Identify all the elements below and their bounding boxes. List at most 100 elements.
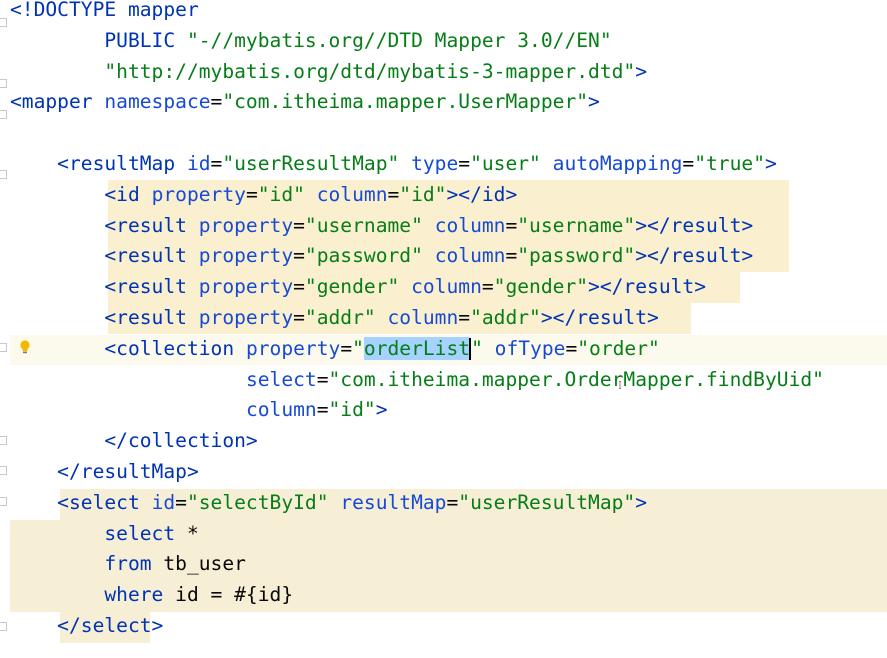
ibeam-cursor-icon — [619, 381, 621, 389]
code-token-str: "id" — [399, 182, 447, 206]
fold-marker-icon[interactable] — [0, 436, 7, 445]
code-token-attr: property — [198, 306, 294, 329]
code-token-plain: = — [481, 275, 494, 299]
code-line[interactable]: <collection property="orderList" ofType=… — [10, 334, 660, 365]
code-token-str: "com.itheima.mapper.UserMapper" — [222, 90, 589, 114]
code-token-str: " — [352, 336, 364, 360]
code-token-tag: <result — [10, 213, 199, 237]
code-token-attr: property — [198, 213, 294, 237]
code-line[interactable]: <mapper namespace="com.itheima.mapper.Us… — [10, 87, 600, 118]
code-token-str: "addr" — [470, 306, 541, 329]
code-token-tag: </resultMap> — [10, 460, 199, 483]
code-line[interactable]: <result property="gender" column="gender… — [10, 272, 706, 303]
code-token-attr: column — [316, 182, 388, 206]
code-token-plain: = — [565, 336, 578, 360]
code-line[interactable]: <id property="id" column="id"></id> — [10, 180, 517, 211]
code-token-tag: PUBLIC — [10, 28, 187, 52]
code-token-plain: = — [293, 275, 305, 299]
code-token-attr: column — [387, 306, 459, 329]
code-token-tag: > — [765, 152, 777, 175]
code-token-kw: where — [10, 583, 176, 607]
code-token-str: "id" — [257, 182, 317, 206]
code-token-tag: <! — [10, 0, 34, 21]
fold-marker-icon[interactable] — [0, 79, 7, 88]
code-line[interactable]: where id = #{id} — [10, 580, 293, 611]
code-token-plain: = — [293, 244, 305, 268]
code-token-tag: > — [635, 59, 648, 83]
code-token-attr: id — [151, 490, 176, 514]
code-token-attr: property — [198, 244, 294, 268]
code-line[interactable]: <resultMap id="userResultMap" type="user… — [10, 149, 777, 180]
fold-marker-icon[interactable] — [0, 622, 7, 631]
code-token-attr: select — [245, 367, 317, 391]
code-line[interactable]: PUBLIC "-//mybatis.org//DTD Mapper 3.0//… — [10, 26, 611, 57]
fold-marker-icon[interactable] — [0, 18, 7, 27]
code-token-tag: <select — [10, 490, 152, 514]
code-token-tag: <resultMap — [10, 152, 187, 175]
code-token-attr: property — [151, 182, 246, 206]
code-line[interactable]: </select> — [10, 611, 163, 642]
code-token-attr: id — [186, 152, 211, 175]
fold-marker-icon[interactable] — [0, 110, 7, 119]
editor-gutter[interactable] — [0, 0, 10, 658]
code-token-plain: = — [210, 90, 223, 114]
code-line[interactable]: column="id"> — [10, 395, 388, 426]
code-line[interactable]: <result property="password" column="pass… — [10, 241, 753, 272]
code-token-str: "username" — [304, 213, 435, 237]
code-token-tag: <collection — [10, 336, 246, 360]
code-token-plain: tb_user — [163, 552, 246, 576]
code-token-plain: = — [458, 306, 471, 329]
code-token-attr: column — [434, 244, 506, 268]
code-line[interactable]: </resultMap> — [10, 457, 199, 488]
fold-marker-icon[interactable] — [0, 343, 7, 352]
code-token-plain: = — [316, 367, 329, 391]
code-token-plain: = — [387, 182, 400, 206]
fold-marker-icon[interactable] — [0, 466, 7, 475]
code-line[interactable]: select * — [10, 519, 198, 550]
code-token-tag: ></result> — [540, 306, 659, 329]
code-token-str: "password" — [517, 244, 636, 268]
code-line[interactable]: "http://mybatis.org/dtd/mybatis-3-mapper… — [10, 57, 647, 88]
code-token-str: "com.itheima.mapper.OrderMapper.findByUi… — [328, 367, 824, 391]
code-token-attr: type — [411, 152, 459, 175]
code-token-tag: ></id> — [446, 182, 518, 206]
code-line[interactable]: select="com.itheima.mapper.OrderMapper.f… — [10, 365, 824, 396]
code-token-str: "http://mybatis.org/dtd/mybatis-3-mapper… — [104, 59, 636, 83]
code-token-plain: = — [245, 182, 258, 206]
code-token-plain: = — [175, 490, 187, 514]
code-token-attr: property — [245, 336, 341, 360]
code-token-str: "id" — [328, 398, 376, 422]
code-token-tag: <result — [10, 244, 199, 268]
fold-marker-icon[interactable] — [0, 170, 7, 179]
code-line[interactable]: </collection> — [10, 426, 258, 457]
code-token-tag: <result — [10, 275, 199, 299]
code-token-attr: column — [434, 213, 506, 237]
code-token-tag: > — [588, 90, 600, 114]
code-token-attr: column — [245, 398, 317, 422]
code-token-tag: ></result> — [635, 213, 754, 237]
code-token-plain: = — [682, 152, 695, 175]
code-token-tag: </collection> — [10, 429, 258, 453]
code-token-str: "selectById" — [186, 490, 341, 514]
code-token-attr: namespace — [104, 90, 211, 114]
code-token-plain: = — [458, 152, 471, 175]
code-token-str: "username" — [517, 213, 636, 237]
code-line[interactable]: from tb_user — [10, 549, 246, 580]
code-token-tag: </select> — [10, 614, 164, 637]
code-token-str: "password" — [304, 244, 435, 268]
code-token-tag: ></result> — [588, 275, 707, 299]
code-token-attr: resultMap — [340, 490, 447, 514]
code-token-plain: = — [446, 490, 459, 514]
code-token-plain: = — [505, 244, 518, 268]
code-line[interactable]: <result property="username" column="user… — [10, 211, 753, 242]
code-line[interactable]: <!DOCTYPE mapper — [10, 0, 199, 26]
code-token-attr: ofType — [494, 336, 566, 360]
code-line[interactable]: <result property="addr" column="addr"></… — [10, 303, 659, 334]
fold-marker-icon[interactable] — [0, 497, 7, 506]
code-token-str: "user" — [470, 152, 553, 175]
code-line[interactable]: <select id="selectById" resultMap="userR… — [10, 488, 647, 519]
code-editor[interactable]: <!DOCTYPE mapper PUBLIC "-//mybatis.org/… — [0, 0, 887, 658]
